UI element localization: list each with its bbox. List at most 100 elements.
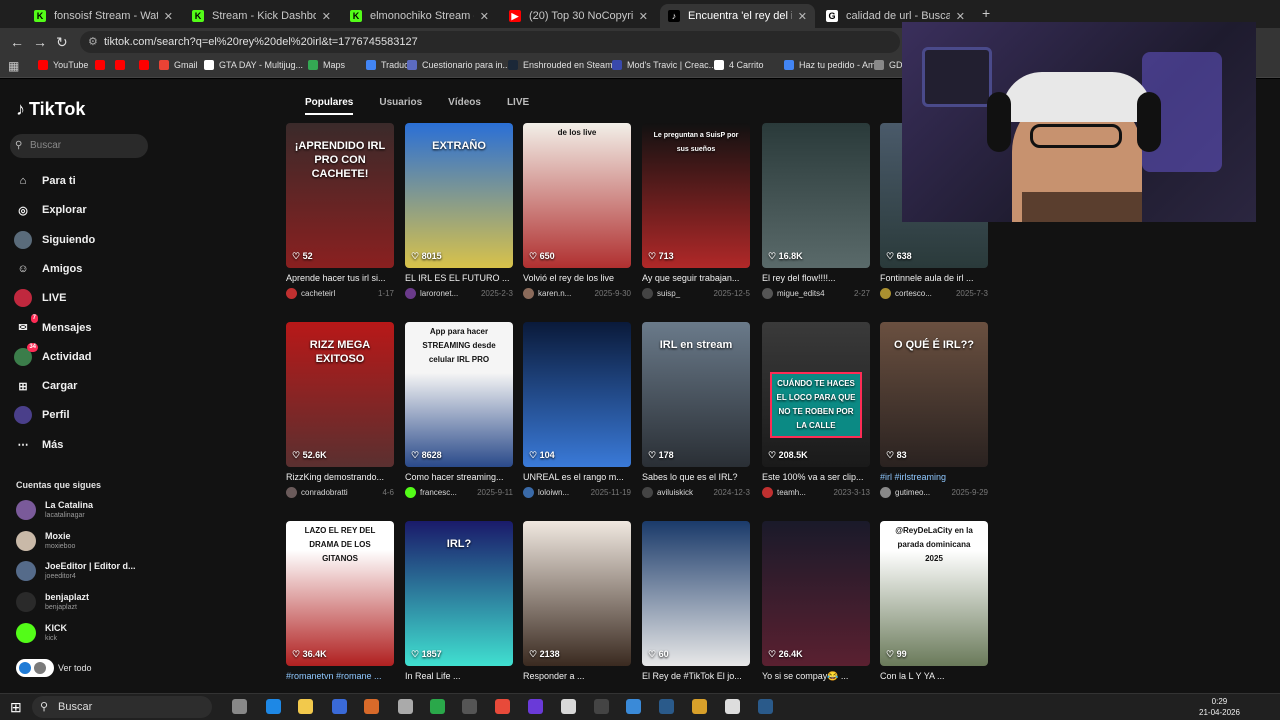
bookmark-item[interactable] — [115, 60, 130, 70]
author-name[interactable]: teamh... — [777, 488, 830, 497]
taskbar-app-icon[interactable] — [398, 699, 413, 714]
video-caption[interactable]: In Real Life ... — [405, 671, 513, 681]
see-all-button[interactable]: Ver todo — [16, 659, 92, 677]
tab-live[interactable]: LIVE — [507, 97, 529, 115]
reload-icon[interactable]: ↻ — [56, 34, 68, 51]
taskbar-app-icon[interactable] — [725, 699, 740, 714]
video-card[interactable]: ♡ 60 El Rey de #TikTok El jo... — [642, 521, 750, 681]
bookmark-item[interactable] — [95, 60, 110, 70]
author-name[interactable]: gutimeo... — [895, 488, 948, 497]
video-card[interactable]: ♡ 2138 Responder a ... — [523, 521, 631, 681]
browser-tab[interactable]: K Stream - Kick Dashboard ✕ — [184, 4, 339, 28]
video-caption[interactable]: Volvió el rey de los live — [523, 273, 631, 283]
close-tab-icon[interactable]: ✕ — [164, 10, 173, 23]
close-tab-icon[interactable]: ✕ — [480, 10, 489, 23]
browser-tab[interactable]: Kelmonochiko Stream - Watch Li ✕ — [342, 4, 497, 28]
video-caption[interactable]: Ay que seguir trabajan... — [642, 273, 750, 283]
taskbar-app-icon[interactable] — [692, 699, 707, 714]
video-caption[interactable]: El rey del flow!!!!... — [762, 273, 870, 283]
video-thumbnail[interactable]: ♡ 16.8K — [762, 123, 870, 268]
video-thumbnail[interactable]: LAZO EL REY DEL DRAMA DE LOS GITANOS ♡ 36… — [286, 521, 394, 666]
video-card[interactable]: Le preguntan a SuisP por sus sueños ♡ 713… — [642, 123, 750, 299]
close-tab-icon[interactable]: ✕ — [956, 10, 965, 23]
taskbar-app-icon[interactable] — [659, 699, 674, 714]
sidebar-item-siguiendo[interactable]: Siguiendo — [14, 230, 95, 250]
bookmark-item[interactable] — [139, 60, 154, 70]
browser-tab[interactable]: ♪ Encuentra 'el rey del irl' en ✕ — [660, 4, 815, 28]
author-name[interactable]: suisp_ — [657, 289, 710, 298]
video-caption[interactable]: #romanetvn #romane ... — [286, 671, 394, 681]
author-name[interactable]: karen.n... — [538, 289, 591, 298]
followed-account[interactable]: KICK kick — [16, 622, 67, 643]
author-name[interactable]: cacheteirl — [301, 289, 374, 298]
bookmark-item[interactable]: Cuestionario para in... — [407, 60, 510, 70]
sidebar-item-explorar[interactable]: ◎ Explorar — [14, 200, 86, 220]
video-thumbnail[interactable]: de los live ♡ 650 — [523, 123, 631, 268]
bookmark-item[interactable]: Enshrouded en Steam — [508, 60, 613, 70]
bookmark-item[interactable]: Gmail — [159, 60, 198, 70]
video-card[interactable]: @ReyDeLaCity en la parada dominicana 202… — [880, 521, 988, 681]
taskbar-app-icon[interactable] — [364, 699, 379, 714]
video-thumbnail[interactable]: ♡ 26.4K — [762, 521, 870, 666]
video-card[interactable]: App para hacer STREAMING desde celular I… — [405, 322, 513, 498]
video-thumbnail[interactable]: EXTRAÑO ♡ 8015 — [405, 123, 513, 268]
author-name[interactable]: aviluiskick — [657, 488, 710, 497]
video-caption[interactable]: Este 100% va a ser clip... — [762, 472, 870, 482]
video-card[interactable]: ♡ 16.8K El rey del flow!!!!... migue_edits… — [762, 123, 870, 299]
taskbar-app-icon[interactable] — [430, 699, 445, 714]
site-info-icon[interactable]: ⚙ — [88, 31, 98, 53]
video-card[interactable]: EXTRAÑO ♡ 8015 EL IRL ES EL FUTURO ... laro… — [405, 123, 513, 299]
video-caption[interactable]: Responder a ... — [523, 671, 631, 681]
author-name[interactable]: conradobratti — [301, 488, 378, 497]
author-name[interactable]: francesc... — [420, 488, 473, 497]
video-caption[interactable]: UNREAL es el rango m... — [523, 472, 631, 482]
followed-account[interactable]: La Catalina lacatalinagar — [16, 500, 93, 520]
video-thumbnail[interactable]: RIZZ MEGA EXITOSO ♡ 52.6K — [286, 322, 394, 467]
back-icon[interactable]: ← — [10, 34, 24, 50]
video-thumbnail[interactable]: IRL en stream ♡ 178 — [642, 322, 750, 467]
video-thumbnail[interactable]: ♡ 60 — [642, 521, 750, 666]
taskbar-app-icon[interactable] — [332, 699, 347, 714]
author-name[interactable]: migue_edits4 — [777, 289, 850, 298]
close-tab-icon[interactable]: ✕ — [322, 10, 331, 23]
bookmark-item[interactable]: YouTube — [38, 60, 88, 70]
video-card[interactable]: O QUÉ É IRL?? ♡ 83 #irl #irlstreaming gutim… — [880, 322, 988, 498]
video-card[interactable]: de los live ♡ 650 Volvió el rey de los liv… — [523, 123, 631, 299]
forward-icon[interactable]: → — [33, 34, 47, 50]
followed-account[interactable]: Moxie moxieboo — [16, 530, 75, 551]
taskbar-app-icon[interactable] — [561, 699, 576, 714]
taskbar-app-icon[interactable] — [232, 699, 247, 714]
video-caption[interactable]: Con la L Y YA ... — [880, 671, 988, 681]
video-thumbnail[interactable]: @ReyDeLaCity en la parada dominicana 202… — [880, 521, 988, 666]
bookmark-item[interactable]: Haz tu pedido - Am... — [784, 60, 883, 70]
tiktok-logo[interactable]: ♪ TikTok — [16, 99, 85, 120]
clock[interactable]: 0:29 21-04-2026 — [1199, 696, 1240, 718]
taskbar-app-icon[interactable] — [462, 699, 477, 714]
sidebar-item-mensajes[interactable]: ✉ 7 Mensajes — [14, 313, 92, 338]
bookmark-item[interactable]: Mod's Travic | Creac... — [612, 60, 716, 70]
sidebar-item-parati[interactable]: ⌂ Para ti — [14, 171, 76, 191]
video-thumbnail[interactable]: ¡APRENDIDO IRL PRO CON CACHETE! ♡ 52 — [286, 123, 394, 268]
author-name[interactable]: cortesco... — [895, 289, 952, 298]
sidebar-item-actividad[interactable]: 34 Actividad — [14, 342, 92, 367]
bookmark-item[interactable]: 4 Carrito — [714, 60, 764, 70]
tab-usuarios[interactable]: Usuarios — [379, 97, 422, 115]
address-bar[interactable]: ⚙ tiktok.com/search?q=el%20rey%20del%20i… — [80, 31, 900, 53]
followed-account[interactable]: JoeEditor | Editor d... joeeditor4 — [16, 561, 136, 582]
sidebar-item-cargar[interactable]: ⊞ Cargar — [14, 376, 77, 396]
video-caption[interactable]: Yo si se compay😂 ... — [762, 671, 870, 682]
video-card[interactable]: ♡ 104 UNREAL es el rango m... loloiwn... 20… — [523, 322, 631, 498]
taskbar-app-icon[interactable] — [495, 699, 510, 714]
video-card[interactable]: LAZO EL REY DEL DRAMA DE LOS GITANOS ♡ 36… — [286, 521, 394, 681]
video-caption[interactable]: EL IRL ES EL FUTURO ... — [405, 273, 513, 283]
video-caption[interactable]: Sabes lo que es el IRL? — [642, 472, 750, 482]
video-card[interactable]: IRL en stream ♡ 178 Sabes lo que es el IRL… — [642, 322, 750, 498]
video-caption[interactable]: #irl #irlstreaming — [880, 472, 988, 482]
sidebar-item-live[interactable]: LIVE — [14, 288, 66, 308]
video-thumbnail[interactable]: Le preguntan a SuisP por sus sueños ♡ 713 — [642, 123, 750, 268]
followed-account[interactable]: benjaplazt benjaplazt — [16, 592, 89, 613]
video-thumbnail[interactable]: O QUÉ É IRL?? ♡ 83 — [880, 322, 988, 467]
new-tab-icon[interactable]: + — [982, 5, 990, 21]
video-thumbnail[interactable]: IRL? ♡ 1857 — [405, 521, 513, 666]
video-card[interactable]: ¡APRENDIDO IRL PRO CON CACHETE! ♡ 52 Apren… — [286, 123, 394, 299]
